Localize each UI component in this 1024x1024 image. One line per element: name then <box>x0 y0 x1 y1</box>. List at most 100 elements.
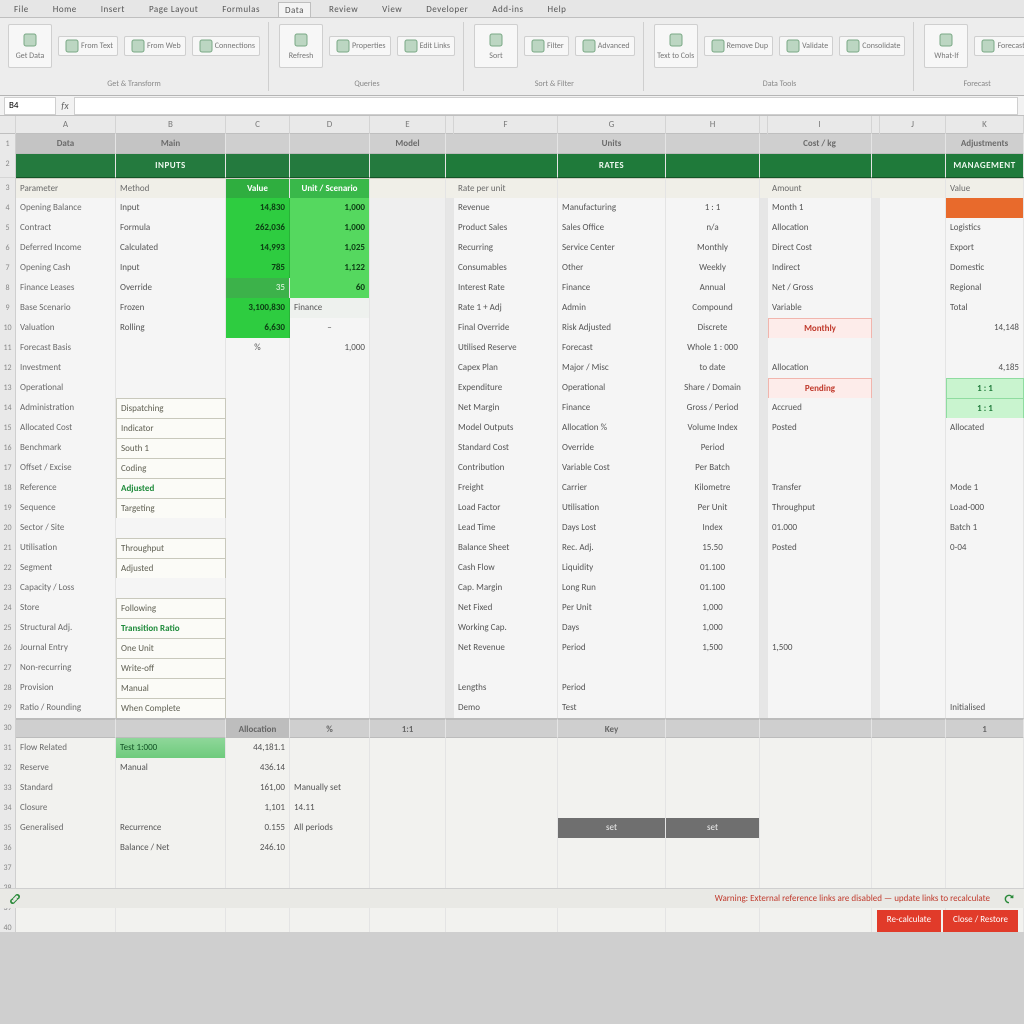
rate-freq[interactable]: Per Batch <box>666 458 760 479</box>
ribbon-tab-page-layout[interactable]: Page Layout <box>143 2 204 17</box>
band-tab[interactable]: Data <box>16 134 116 155</box>
row-header[interactable]: 4 <box>0 198 16 219</box>
row-label[interactable]: Opening Cash <box>16 258 116 279</box>
cell[interactable] <box>880 758 946 779</box>
row-header[interactable]: 36 <box>0 838 16 859</box>
row-header[interactable]: 26 <box>0 638 16 659</box>
ribbon-button-forecast[interactable]: Forecast <box>974 36 1024 56</box>
rate-freq[interactable]: to date <box>666 358 760 379</box>
cell-empty[interactable] <box>290 558 370 579</box>
row-header[interactable]: 40 <box>0 918 16 932</box>
cell[interactable] <box>880 618 946 639</box>
row-label[interactable]: Forecast Basis <box>16 338 116 359</box>
rate-freq[interactable]: Gross / Period <box>666 398 760 419</box>
cell-empty[interactable] <box>370 518 446 539</box>
amount-cell[interactable] <box>768 578 872 599</box>
rate-group[interactable]: Forecast <box>558 338 666 359</box>
rate-group[interactable]: Utilisation <box>558 498 666 519</box>
row-method[interactable] <box>116 798 226 819</box>
cell[interactable] <box>880 198 946 219</box>
amount-cell[interactable] <box>768 838 872 859</box>
cell-empty[interactable] <box>226 458 290 479</box>
row-method[interactable]: When Complete <box>116 698 226 719</box>
rate-freq[interactable]: 01.100 <box>666 578 760 599</box>
mgmt-cell[interactable] <box>946 678 1024 699</box>
amount-cell[interactable] <box>768 598 872 619</box>
row-label[interactable] <box>16 838 116 859</box>
ribbon-button-text-to-cols[interactable]: Text to Cols <box>654 24 698 68</box>
ribbon-button-from-web[interactable]: From Web <box>124 36 186 56</box>
row-label[interactable]: Allocated Cost <box>16 418 116 439</box>
cell-empty[interactable] <box>454 858 558 879</box>
column-header-I[interactable]: I <box>768 116 872 134</box>
ribbon-tab-insert[interactable]: Insert <box>95 2 131 17</box>
rate-group[interactable]: Finance <box>558 398 666 419</box>
mgmt-cell[interactable] <box>946 838 1024 859</box>
cell[interactable] <box>880 518 946 539</box>
rate-group[interactable]: Long Run <box>558 578 666 599</box>
rate-freq[interactable] <box>666 778 760 799</box>
cell-empty[interactable] <box>226 578 290 599</box>
mgmt-cell[interactable] <box>946 198 1024 219</box>
row-method[interactable] <box>116 378 226 399</box>
rate-group[interactable]: Period <box>558 638 666 659</box>
cell-empty[interactable] <box>370 858 446 879</box>
cell-empty[interactable] <box>226 378 290 399</box>
ribbon-tab-view[interactable]: View <box>376 2 408 17</box>
row-method[interactable]: Throughput <box>116 538 226 559</box>
bottom-button-re-calculate[interactable]: Re-calculate <box>877 910 941 932</box>
band-tab[interactable] <box>666 134 760 155</box>
bottom-button-close-restore[interactable]: Close / Restore <box>943 910 1018 932</box>
rate-freq[interactable]: n/a <box>666 218 760 239</box>
row-method[interactable]: Test 1:000 <box>116 738 226 759</box>
row-label[interactable]: Utilisation <box>16 538 116 559</box>
cell-empty[interactable] <box>370 598 446 619</box>
cell-empty[interactable] <box>370 558 446 579</box>
cell-empty[interactable] <box>558 858 666 879</box>
ribbon-button-validate[interactable]: Validate <box>779 36 833 56</box>
row-method[interactable]: Dispatching <box>116 398 226 419</box>
rate-label[interactable]: Balance Sheet <box>454 538 558 559</box>
rate-freq[interactable] <box>666 758 760 779</box>
rate-group[interactable]: Other <box>558 258 666 279</box>
row-label[interactable]: Ratio / Rounding <box>16 698 116 719</box>
rate-label[interactable]: Recurring <box>454 238 558 259</box>
rate-label[interactable]: Consumables <box>454 258 558 279</box>
rate-label[interactable] <box>454 818 558 839</box>
amount-cell[interactable]: Month 1 <box>768 198 872 219</box>
rate-freq[interactable]: Share / Domain <box>666 378 760 399</box>
cell-empty[interactable] <box>370 198 446 219</box>
amount-cell[interactable]: Direct Cost <box>768 238 872 259</box>
mgmt-cell[interactable] <box>946 798 1024 819</box>
ribbon-tab-help[interactable]: Help <box>542 2 573 17</box>
fx-icon[interactable]: fx <box>56 99 74 112</box>
amount-cell[interactable]: Throughput <box>768 498 872 519</box>
rate-label[interactable] <box>454 758 558 779</box>
cell[interactable] <box>880 238 946 259</box>
rate-freq[interactable]: 15.50 <box>666 538 760 559</box>
rate-label[interactable]: Capex Plan <box>454 358 558 379</box>
rate-label[interactable]: Cap. Margin <box>454 578 558 599</box>
row-header[interactable]: 8 <box>0 278 16 299</box>
mgmt-cell[interactable]: 14,148 <box>946 318 1024 339</box>
row-label[interactable]: Benchmark <box>16 438 116 459</box>
amount-cell[interactable] <box>768 438 872 459</box>
rate-group[interactable]: Override <box>558 438 666 459</box>
amount-cell[interactable]: 1,500 <box>768 638 872 659</box>
row-scenario[interactable]: – <box>290 318 370 339</box>
mgmt-cell[interactable] <box>946 818 1024 839</box>
row-label[interactable]: Finance Leases <box>16 278 116 299</box>
row-header[interactable]: 2 <box>0 154 16 178</box>
cell-empty[interactable] <box>290 458 370 479</box>
amount-cell[interactable] <box>768 618 872 639</box>
band-tab[interactable] <box>880 134 946 155</box>
row-method[interactable]: Override <box>116 278 226 299</box>
row-header[interactable]: 37 <box>0 858 16 879</box>
row-method[interactable]: Write-off <box>116 658 226 679</box>
cell-empty[interactable] <box>290 638 370 659</box>
rate-label[interactable]: Net Fixed <box>454 598 558 619</box>
row-label[interactable]: Sequence <box>16 498 116 519</box>
row-header[interactable]: 20 <box>0 518 16 539</box>
ribbon-tab-data[interactable]: Data <box>278 2 311 17</box>
cell-empty[interactable] <box>768 858 872 879</box>
